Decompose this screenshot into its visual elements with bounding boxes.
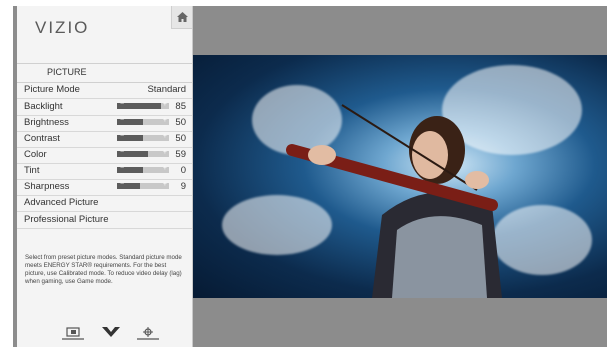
plus-icon: + (162, 117, 167, 124)
setting-slider[interactable]: − + (117, 165, 169, 173)
setting-slider[interactable]: − + (117, 101, 169, 109)
setting-label: Color (24, 149, 47, 160)
setting-label: Backlight (24, 101, 63, 112)
professional-picture-item[interactable]: Professional Picture (17, 212, 192, 229)
plus-icon: + (162, 149, 167, 156)
home-icon (176, 12, 188, 22)
picture-mode-row[interactable]: Picture Mode Standard (17, 82, 192, 99)
minus-icon: − (120, 133, 125, 140)
minus-icon: − (120, 181, 125, 188)
setting-slider[interactable]: − + (117, 181, 169, 189)
settings-gear-icon[interactable] (137, 326, 159, 340)
plus-icon: + (162, 165, 167, 172)
setting-value: 85 (175, 101, 186, 112)
vizio-v-icon[interactable] (100, 324, 122, 340)
picture-mode-value: Standard (147, 84, 186, 95)
plus-icon: + (162, 133, 167, 140)
setting-row-brightness[interactable]: Brightness − +50 (17, 115, 192, 132)
setting-row-sharpness[interactable]: Sharpness − +9 (17, 179, 192, 196)
setting-label: Brightness (24, 117, 69, 128)
minus-icon: − (120, 165, 125, 172)
picture-mode-label: Picture Mode (24, 84, 80, 95)
setting-label: Sharpness (24, 181, 70, 192)
home-button[interactable] (171, 6, 192, 29)
setting-row-backlight[interactable]: Backlight − +85 (17, 99, 192, 116)
setting-value: 9 (180, 181, 186, 192)
menu-title-label: PICTURE (47, 67, 87, 77)
setting-row-contrast[interactable]: Contrast − +50 (17, 131, 192, 148)
advanced-picture-label: Advanced Picture (24, 197, 99, 208)
setting-value: 50 (175, 117, 186, 128)
setting-value: 0 (180, 165, 186, 176)
video-preview (192, 55, 607, 298)
help-description: Select from preset picture modes. Standa… (25, 254, 182, 285)
setting-label: Contrast (24, 133, 60, 144)
minus-icon: − (120, 101, 125, 108)
menu-footer (62, 324, 172, 344)
plus-icon: + (162, 181, 167, 188)
setting-slider[interactable]: − + (117, 133, 169, 141)
vizio-logo: VIZIO (35, 18, 90, 37)
professional-picture-label: Professional Picture (24, 214, 109, 225)
setting-row-tint[interactable]: Tint − +0 (17, 163, 192, 180)
picture-settings-menu: VIZIO PICTURE Picture Mode Standard Back… (17, 6, 193, 347)
setting-slider[interactable]: − + (117, 149, 169, 157)
menu-title: PICTURE (17, 63, 192, 83)
violinist-image (286, 104, 502, 298)
minus-icon: − (120, 149, 125, 156)
setting-row-color[interactable]: Color − +59 (17, 147, 192, 164)
setting-slider[interactable]: − + (117, 117, 169, 125)
advanced-picture-item[interactable]: Advanced Picture (17, 195, 192, 212)
minus-icon: − (120, 117, 125, 124)
input-icon[interactable] (62, 326, 84, 340)
setting-value: 59 (175, 149, 186, 160)
setting-value: 50 (175, 133, 186, 144)
setting-label: Tint (24, 165, 40, 176)
plus-icon: + (162, 101, 167, 108)
